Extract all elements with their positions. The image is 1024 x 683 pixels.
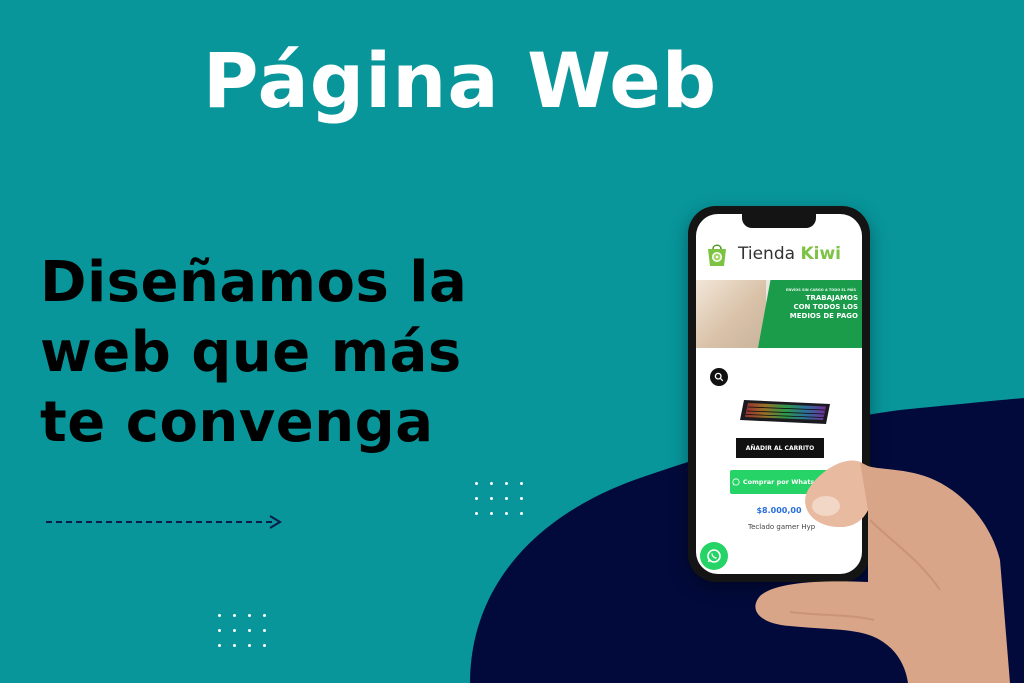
buy-whatsapp-label: Comprar por Whatsapp — [742, 478, 829, 486]
dot-grid-icon — [218, 614, 269, 650]
phone-screen: Tienda Kiwi ENVÍOS SIN CARGO A TODO EL P… — [696, 214, 862, 574]
buy-whatsapp-button[interactable]: Comprar por Whatsapp — [730, 470, 830, 494]
whatsapp-float-button[interactable] — [700, 542, 728, 570]
page-title: Página Web — [202, 36, 718, 125]
banner-line-3: MEDIOS DE PAGO — [789, 312, 858, 320]
shopping-bag-icon — [708, 244, 726, 266]
store-name[interactable]: Tienda Kiwi — [738, 244, 841, 264]
add-to-cart-button[interactable]: AÑADIR AL CARRITO — [736, 438, 824, 458]
promo-banner[interactable]: ENVÍOS SIN CARGO A TODO EL PAÍS TRABAJAM… — [696, 280, 862, 348]
banner-photo — [696, 280, 766, 348]
phone-mockup: Tienda Kiwi ENVÍOS SIN CARGO A TODO EL P… — [688, 206, 870, 582]
product-image-keyboard[interactable] — [738, 394, 834, 428]
whatsapp-icon — [732, 478, 740, 486]
headline-line-1: Diseñamos la — [40, 250, 468, 315]
banner-line-1: TRABAJAMOS — [805, 294, 858, 302]
dot-grid-icon — [475, 482, 526, 518]
banner-small-text: ENVÍOS SIN CARGO A TODO EL PAÍS — [785, 288, 856, 292]
banner-text-panel: ENVÍOS SIN CARGO A TODO EL PAÍS TRABAJAM… — [758, 280, 862, 348]
store-header: Tienda Kiwi — [696, 236, 862, 272]
whatsapp-icon — [707, 549, 721, 563]
dashed-arrow-icon — [46, 515, 282, 529]
phone-notch — [742, 214, 816, 228]
headline-line-3: te convenga — [40, 390, 434, 455]
search-button[interactable] — [710, 368, 728, 386]
banner-line-2: CON TODOS LOS — [793, 303, 858, 311]
product-name[interactable]: Teclado gamer Hyp — [748, 523, 815, 531]
headline-line-2: web que más — [40, 320, 462, 385]
search-icon — [714, 372, 724, 382]
product-price: $8.000,00 — [756, 506, 802, 515]
headline: Diseñamos la web que más te convenga — [40, 248, 467, 458]
